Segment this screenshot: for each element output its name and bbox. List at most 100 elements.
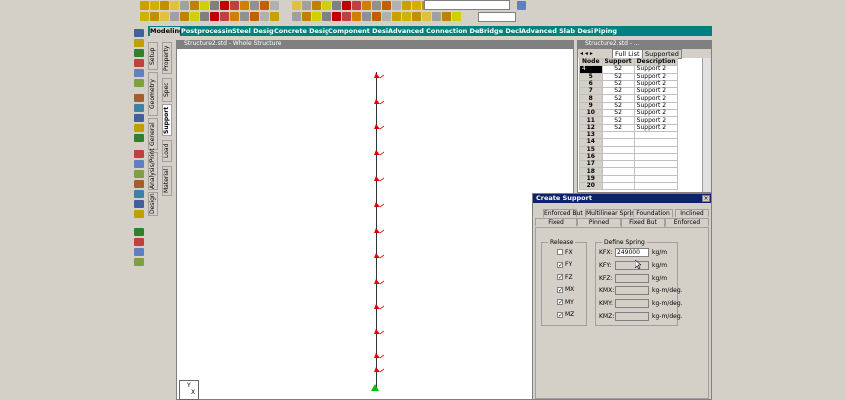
spring-kmz-input[interactable] — [615, 312, 649, 321]
tool-icon[interactable] — [134, 134, 144, 142]
toolbar-button[interactable] — [312, 1, 321, 10]
release-fz-checkbox[interactable]: ✓ — [557, 274, 563, 281]
spring-kfy-input[interactable] — [615, 260, 649, 270]
tool-icon[interactable] — [134, 228, 144, 236]
page-tab-steel-design[interactable]: Steel Design — [232, 27, 278, 36]
support-marker-icon[interactable] — [374, 150, 385, 156]
toolbar-button[interactable] — [200, 1, 209, 10]
side-tab-general[interactable]: General — [148, 118, 158, 150]
toolbar-button[interactable] — [372, 1, 381, 10]
cell-support[interactable]: S2 — [601, 123, 635, 132]
toolbar-button[interactable] — [432, 12, 441, 21]
dialog-tab-foundation[interactable]: Foundation — [633, 209, 673, 217]
toolbar-button[interactable] — [200, 12, 209, 21]
page-tab-component-design[interactable]: Component Design — [328, 27, 397, 36]
toolbar-button[interactable] — [190, 12, 199, 21]
cell-support[interactable] — [601, 138, 635, 147]
tool-icon[interactable] — [134, 238, 144, 246]
tool-icon[interactable] — [134, 39, 144, 47]
toolbar-button[interactable] — [332, 12, 341, 21]
cell-description[interactable] — [633, 160, 679, 169]
dialog-tab-fixed-but[interactable]: Fixed But — [621, 218, 665, 227]
cell-support[interactable]: S2 — [601, 87, 635, 96]
spring-kfz-input[interactable] — [615, 273, 649, 283]
tool-icon[interactable] — [134, 180, 144, 188]
toolbar-button[interactable] — [392, 12, 401, 21]
page-tab-advanced-connection-design[interactable]: Advanced Connection Design — [388, 27, 495, 36]
view-window-titlebar[interactable]: Structure2.std - Whole Structure — [176, 40, 574, 48]
toolbar-button[interactable] — [362, 12, 371, 21]
toolbar-button[interactable] — [322, 12, 331, 21]
support-marker-icon[interactable] — [374, 329, 385, 335]
toolbar-button[interactable] — [180, 1, 189, 10]
cell-description[interactable]: Support 2 — [633, 87, 679, 96]
side-tab-setup[interactable]: Setup — [148, 42, 158, 70]
toolbar-button[interactable] — [362, 1, 371, 10]
cell-description[interactable] — [633, 167, 679, 176]
tool-icon[interactable] — [134, 150, 144, 158]
toolbar-button[interactable] — [210, 1, 219, 10]
tool-icon[interactable] — [134, 258, 144, 266]
support-marker-icon[interactable] — [374, 304, 385, 310]
cell-description[interactable]: Support 2 — [633, 123, 679, 132]
cell-node[interactable]: 17 — [579, 160, 603, 169]
toolbar-button[interactable] — [220, 1, 229, 10]
toolbar-button[interactable] — [332, 1, 341, 10]
side-tab-design[interactable]: Design — [148, 192, 158, 216]
table-row[interactable]: 20 — [579, 182, 679, 191]
toolbar-dropdown-1[interactable] — [424, 0, 510, 10]
table-window-titlebar[interactable]: Structure2.std - ... — [577, 40, 712, 48]
toolbar-button[interactable] — [422, 12, 431, 21]
toolbar-button[interactable] — [312, 12, 321, 21]
toolbar-button[interactable] — [402, 1, 411, 10]
tool-icon[interactable] — [134, 200, 144, 208]
toolbar-button[interactable] — [170, 12, 179, 21]
cell-support[interactable]: S2 — [601, 65, 635, 74]
page-tab-piping[interactable]: Piping — [593, 27, 618, 36]
toolbar-button[interactable] — [150, 12, 159, 21]
toolbar-button[interactable] — [160, 12, 169, 21]
toolbar-button[interactable] — [292, 12, 301, 21]
toolbar-button[interactable] — [230, 1, 239, 10]
nav-arrows[interactable]: ◂ ◂ ▸ — [580, 50, 593, 57]
page-tab-modeling[interactable]: Modeling — [150, 27, 184, 36]
spring-kmy-input[interactable] — [615, 299, 649, 309]
cell-support[interactable] — [601, 145, 635, 154]
toolbar-button[interactable] — [352, 1, 361, 10]
dialog-close-button[interactable]: × — [702, 195, 710, 202]
cell-support[interactable] — [601, 174, 635, 184]
toolbar-button[interactable] — [382, 12, 391, 21]
side-tab-spec[interactable]: Spec — [162, 78, 172, 102]
toolbar-button[interactable] — [180, 12, 189, 21]
toolbar-button[interactable] — [402, 12, 411, 21]
tool-icon[interactable] — [134, 29, 144, 37]
cell-description[interactable] — [633, 130, 679, 140]
table-row[interactable]: 17 — [579, 160, 679, 169]
toolbar-button[interactable] — [160, 1, 169, 10]
cell-description[interactable] — [633, 145, 679, 154]
release-mx-checkbox[interactable]: ✓ — [557, 286, 563, 293]
support-marker-icon[interactable] — [374, 99, 385, 105]
toolbar-button[interactable] — [382, 1, 391, 10]
toolbar-dropdown-2[interactable] — [478, 12, 516, 22]
toolbar-button[interactable] — [302, 12, 311, 21]
support-marker-icon[interactable] — [374, 253, 385, 259]
tool-icon[interactable] — [134, 94, 144, 102]
release-mz-checkbox[interactable]: ✓ — [557, 311, 563, 318]
tool-icon[interactable] — [134, 49, 144, 57]
toolbar-button[interactable] — [302, 1, 311, 10]
cell-node[interactable]: 20 — [579, 182, 603, 191]
support-marker-icon[interactable] — [374, 73, 385, 79]
support-marker-icon[interactable] — [374, 176, 385, 182]
toolbar-button[interactable] — [170, 1, 179, 10]
tool-icon[interactable] — [134, 160, 144, 168]
toolbar-button[interactable] — [342, 1, 351, 10]
side-tab-load[interactable]: Load — [162, 140, 172, 162]
dialog-titlebar[interactable]: Create Support — [533, 194, 711, 203]
release-fx-checkbox[interactable] — [557, 249, 563, 255]
dialog-tab-inclined[interactable]: Inclined — [675, 209, 709, 217]
cell-description[interactable]: Support 2 — [633, 109, 679, 118]
cell-description[interactable] — [633, 182, 679, 191]
tool-icon[interactable] — [134, 114, 144, 122]
toolbar-button[interactable] — [240, 12, 249, 21]
